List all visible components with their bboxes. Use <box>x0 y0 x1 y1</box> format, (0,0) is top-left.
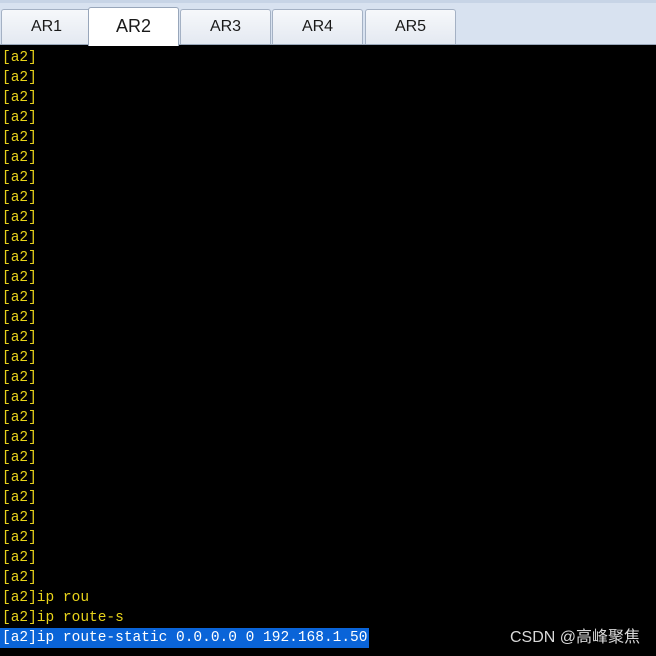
tab-ar2[interactable]: AR2 <box>88 7 179 46</box>
terminal-line: [a2] <box>2 530 37 546</box>
terminal-line: [a2] <box>2 90 37 106</box>
terminal-line: [a2] <box>2 410 37 426</box>
terminal-line: [a2] <box>2 150 37 166</box>
terminal-line: [a2] <box>2 290 37 306</box>
terminal-line: [a2] <box>2 330 37 346</box>
terminal-line: [a2] <box>2 170 37 186</box>
terminal-line: [a2] <box>2 490 37 506</box>
terminal-line: [a2] <box>2 390 37 406</box>
terminal-line: [a2] <box>2 430 37 446</box>
tab-ar3[interactable]: AR3 <box>180 9 271 44</box>
terminal-line: [a2] <box>2 470 37 486</box>
terminal-line-selected: [a2]ip route-static 0.0.0.0 0 192.168.1.… <box>0 628 370 648</box>
terminal-line: [a2]ip route-s <box>2 610 124 626</box>
terminal-output[interactable]: [a2] [a2] [a2] [a2] [a2] [a2] [a2] [a2] [a2] [a2]… <box>0 46 656 656</box>
terminal-line: [a2] <box>2 370 37 386</box>
tab-ar4[interactable]: AR4 <box>272 9 363 44</box>
device-tab-bar: AR1 AR2 AR3 AR4 AR5 <box>0 0 656 46</box>
terminal-line: [a2] <box>2 270 37 286</box>
terminal-line: [a2] <box>2 210 37 226</box>
terminal-line: [a2] <box>2 190 37 206</box>
watermark-text: CSDN @高峰聚焦 <box>509 629 640 646</box>
terminal-line: [a2] <box>2 450 37 466</box>
tab-ar1[interactable]: AR1 <box>1 9 92 44</box>
terminal-line: [a2] <box>2 250 37 266</box>
terminal-line: [a2]ip rou <box>2 590 90 606</box>
tab-ar5[interactable]: AR5 <box>365 9 456 44</box>
terminal-line: [a2] <box>2 570 37 586</box>
terminal-line: [a2] <box>2 230 37 246</box>
terminal-line: [a2] <box>2 110 37 126</box>
tab-bar-top-edge <box>0 0 656 3</box>
terminal-line: [a2] <box>2 550 37 566</box>
terminal-line: [a2] <box>2 510 37 526</box>
terminal-line: [a2] <box>2 350 37 366</box>
terminal-line: [a2] <box>2 310 37 326</box>
terminal-line: [a2] <box>2 50 37 66</box>
terminal-line: [a2] <box>2 130 37 146</box>
terminal-line: [a2] <box>2 70 37 86</box>
console-window: AR1 AR2 AR3 AR4 AR5 [a2] [a2] [a2] [a2] [a2]… <box>0 0 656 656</box>
